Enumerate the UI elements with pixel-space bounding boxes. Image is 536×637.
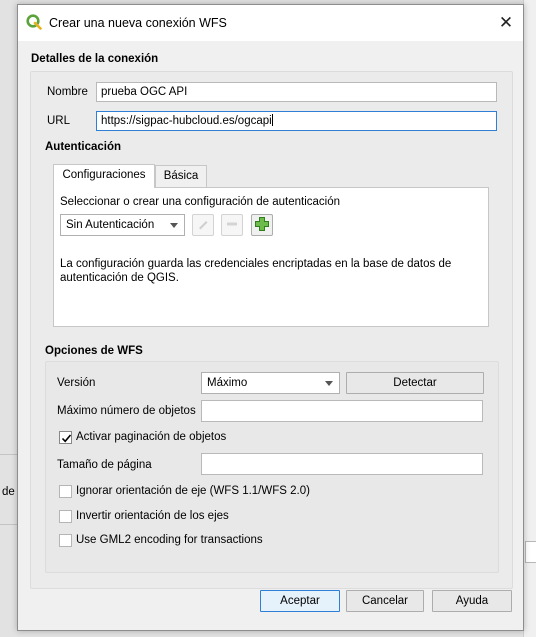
- ignore-axis-checkbox[interactable]: [59, 485, 72, 498]
- ignore-axis-label: Ignorar orientación de eje (WFS 1.1/WFS …: [76, 485, 310, 497]
- qgis-logo-icon: [26, 14, 42, 30]
- invert-axis-label: Invertir orientación de los ejes: [76, 510, 229, 522]
- wfs-options-title: Opciones de WFS: [45, 345, 143, 357]
- version-selected: Máximo: [207, 377, 248, 389]
- url-input[interactable]: https://sigpac-hubcloud.es/ogcapi: [96, 111, 497, 131]
- auth-select-prompt: Seleccionar o crear una configuración de…: [60, 196, 341, 208]
- window-title: Crear una nueva conexión WFS: [49, 16, 227, 30]
- url-value: https://sigpac-hubcloud.es/ogcapi: [101, 115, 272, 127]
- pencil-icon: [196, 217, 210, 234]
- plus-icon: [254, 216, 270, 235]
- gml2-checkbox[interactable]: [59, 534, 72, 547]
- tab-configurations[interactable]: Configuraciones: [53, 164, 155, 188]
- accept-button[interactable]: Aceptar: [260, 590, 340, 612]
- page-size-label: Tamaño de página: [57, 459, 152, 471]
- checkmark-icon: [61, 434, 72, 443]
- paging-checkbox[interactable]: [59, 431, 72, 444]
- close-icon: ✕: [498, 13, 514, 32]
- max-features-label: Máximo número de objetos: [57, 405, 196, 417]
- version-label: Versión: [57, 377, 96, 389]
- tab-basic[interactable]: Básica: [155, 165, 207, 188]
- close-button[interactable]: ✕: [489, 5, 523, 41]
- auth-config-combo[interactable]: Sin Autenticación: [60, 214, 185, 236]
- chevron-down-icon: [325, 381, 333, 386]
- page-size-input[interactable]: [201, 453, 483, 475]
- background-input-fragment: [525, 541, 536, 563]
- minus-icon: [225, 217, 239, 234]
- auth-info-text: La configuración guarda las credenciales…: [60, 257, 480, 285]
- add-auth-button[interactable]: [251, 214, 273, 236]
- authentication-title: Autenticación: [45, 141, 122, 153]
- auth-info-line-1: La configuración guarda las credenciales…: [60, 258, 452, 270]
- edit-auth-button[interactable]: [192, 214, 214, 236]
- paging-label: Activar paginación de objetos: [76, 431, 227, 443]
- auth-info-line-2: autenticación de QGIS.: [60, 272, 179, 284]
- help-button[interactable]: Ayuda: [432, 590, 512, 612]
- title-bar[interactable]: Crear una nueva conexión WFS ✕: [18, 5, 523, 41]
- connection-details-title: Detalles de la conexión: [31, 53, 159, 65]
- max-features-input[interactable]: [201, 400, 483, 422]
- cancel-button[interactable]: Cancelar: [346, 590, 424, 612]
- remove-auth-button[interactable]: [221, 214, 243, 236]
- name-input[interactable]: prueba OGC API: [96, 82, 497, 102]
- auth-config-selected: Sin Autenticación: [66, 219, 155, 231]
- version-combo[interactable]: Máximo: [201, 372, 340, 394]
- detect-button[interactable]: Detectar: [346, 372, 484, 394]
- invert-axis-checkbox[interactable]: [59, 510, 72, 523]
- name-label: Nombre: [47, 86, 88, 98]
- chevron-down-icon: [170, 223, 178, 228]
- new-wfs-connection-dialog: Crear una nueva conexión WFS ✕ Detalles …: [17, 4, 524, 631]
- text-cursor: [271, 114, 273, 126]
- url-label: URL: [47, 115, 71, 127]
- gml2-label: Use GML2 encoding for transactions: [76, 534, 263, 546]
- background-text-fragment: de: [2, 486, 15, 498]
